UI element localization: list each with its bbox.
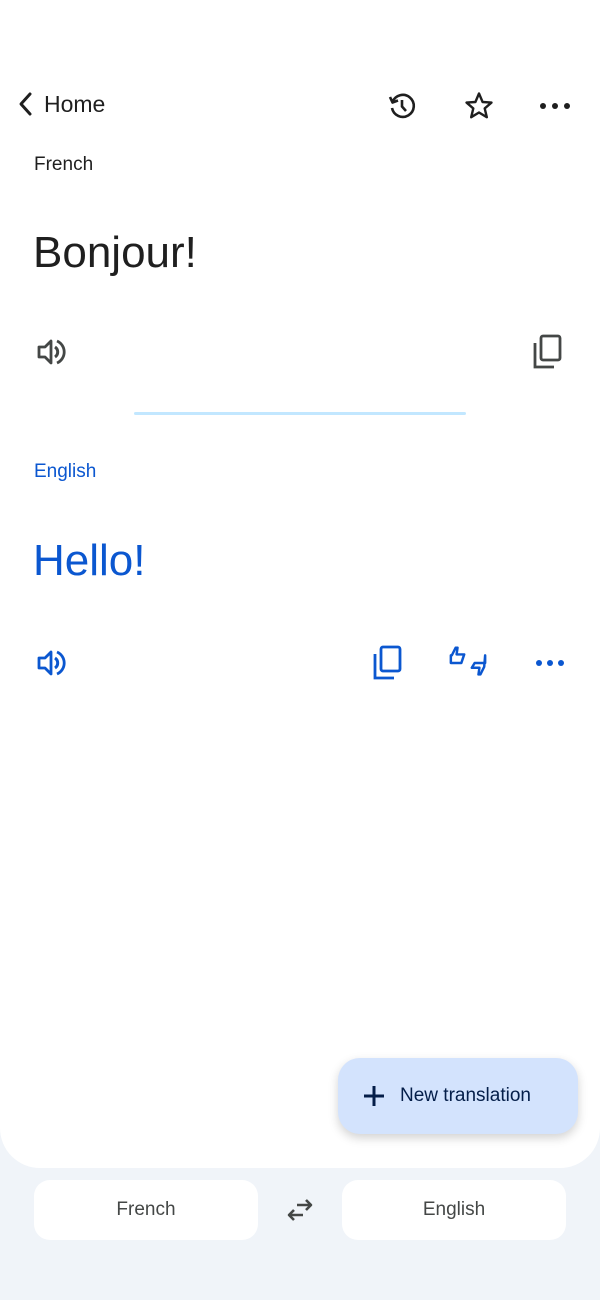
copy-icon: [533, 334, 562, 369]
chevron-left-icon: [19, 92, 32, 116]
swap-icon: [287, 1199, 313, 1221]
source-language-button[interactable]: French: [34, 1180, 258, 1240]
source-text[interactable]: Bonjour!: [33, 228, 197, 278]
section-divider: [134, 412, 466, 415]
rate-translation-button[interactable]: [448, 643, 488, 683]
favorite-button[interactable]: [461, 88, 497, 124]
target-listen-button[interactable]: [32, 643, 72, 683]
translated-text: Hello!: [33, 536, 146, 585]
more-icon: [536, 660, 564, 666]
top-app-bar: Home: [0, 80, 600, 132]
feedback-icon: [449, 646, 487, 676]
more-options-button[interactable]: [537, 88, 573, 124]
source-language-label: French: [34, 154, 94, 175]
new-translation-label: New translation: [400, 1085, 531, 1106]
target-language-button[interactable]: English: [342, 1180, 566, 1240]
speaker-icon: [37, 339, 66, 365]
history-button[interactable]: [384, 88, 420, 124]
back-button[interactable]: Home: [14, 88, 105, 120]
star-icon: [465, 92, 493, 119]
target-copy-button[interactable]: [367, 643, 407, 683]
source-copy-button[interactable]: [527, 332, 567, 372]
translation-card: Home French Bonjour! English Hello! New …: [0, 0, 600, 1168]
new-translation-button[interactable]: New translation: [338, 1058, 578, 1134]
source-listen-button[interactable]: [32, 332, 72, 372]
target-more-button[interactable]: [530, 643, 570, 683]
speaker-icon: [37, 650, 66, 676]
target-language-label: English: [34, 461, 97, 482]
history-icon: [388, 93, 416, 119]
swap-languages-button[interactable]: [282, 1192, 318, 1228]
plus-icon: [364, 1086, 384, 1106]
more-icon: [540, 103, 570, 109]
copy-icon: [373, 645, 402, 680]
back-label: Home: [44, 90, 106, 117]
